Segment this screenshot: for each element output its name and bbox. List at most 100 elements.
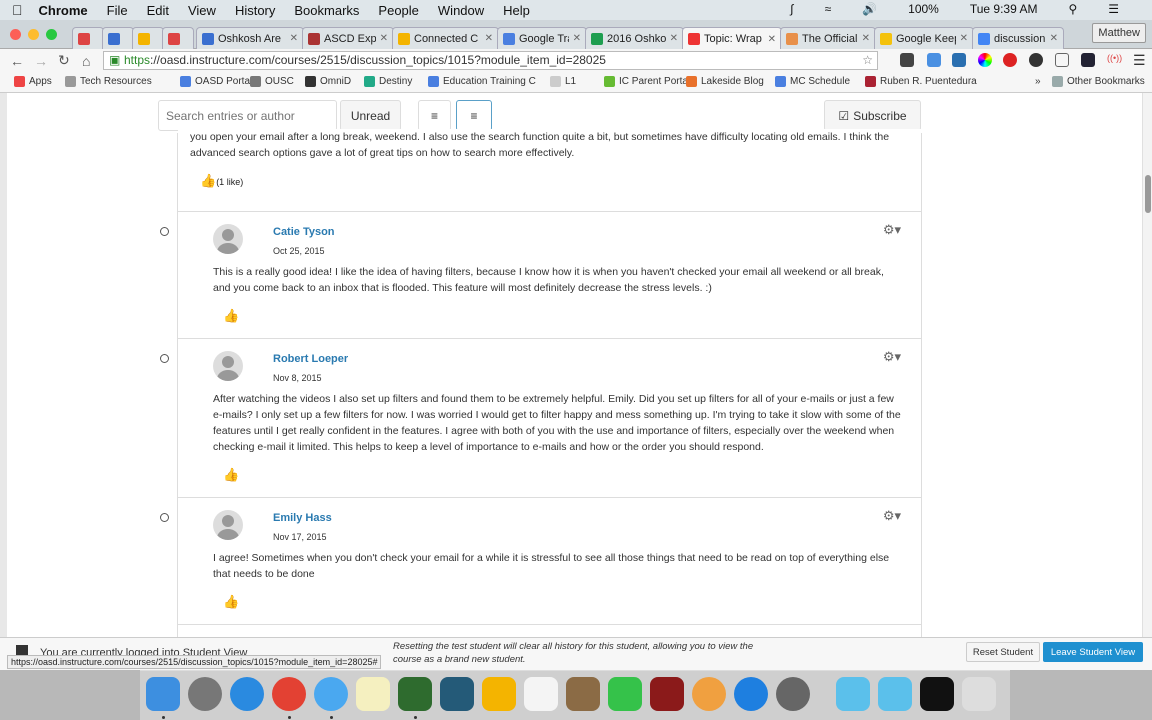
close-tab-icon[interactable]: ✕ [376, 33, 388, 44]
notification-center-icon[interactable]: ☰ [1108, 2, 1119, 16]
photo-booth-icon[interactable] [650, 677, 684, 711]
close-tab-icon[interactable]: ✕ [956, 33, 968, 44]
extension-eye-icon[interactable] [1029, 53, 1043, 67]
close-tab-icon[interactable]: ✕ [1046, 33, 1058, 44]
bluetooth-icon[interactable]: ∫ [790, 2, 793, 16]
like-button[interactable]: 👍 [178, 582, 921, 624]
home-button[interactable]: ⌂ [82, 53, 96, 69]
read-status-indicator[interactable] [160, 513, 169, 522]
more-bookmarks-chevron-icon[interactable]: » [1035, 76, 1041, 87]
extension-color-icon[interactable] [978, 53, 992, 67]
menu-file[interactable]: File [107, 3, 128, 18]
expand-all-button[interactable]: ≡ [456, 100, 492, 131]
browser-tab[interactable]: discussion bo✕ [972, 27, 1064, 49]
thumbs-up-icon[interactable]: 👍 [223, 594, 239, 609]
browser-tab[interactable] [132, 27, 164, 49]
bookmark-item[interactable]: Education Training C [428, 76, 536, 87]
subscribe-button[interactable]: ☑ Subscribe [824, 100, 921, 131]
browser-tab[interactable]: 2016 Oshkos ✕ [585, 27, 684, 49]
facetime-icon[interactable] [608, 677, 642, 711]
page-scrollbar[interactable] [1142, 93, 1152, 637]
volume-icon[interactable]: 🔊 [862, 2, 877, 16]
spotlight-icon[interactable]: ⚲ [1068, 2, 1077, 16]
close-window-button[interactable] [10, 29, 21, 40]
browser-tab[interactable] [162, 27, 194, 49]
gear-icon[interactable]: ⚙▾ [883, 222, 901, 238]
entry-author[interactable]: Catie Tyson [273, 226, 335, 238]
bookmark-item[interactable]: Apps [14, 76, 52, 87]
bookmark-item[interactable]: L1 [550, 76, 576, 87]
url-bar[interactable]: ▣ https://oasd.instructure.com/courses/2… [103, 51, 878, 70]
bookmark-other-bookmarks[interactable]: Other Bookmarks [1052, 76, 1145, 87]
bookmark-item[interactable]: IC Parent Portal [604, 76, 690, 87]
gear-icon[interactable]: ⚙▾ [883, 508, 901, 524]
menu-help[interactable]: Help [503, 3, 530, 18]
like-button[interactable]: 👍(1 like) [178, 161, 921, 211]
extension-moon-icon[interactable] [1081, 53, 1095, 67]
collapse-all-button[interactable]: ≡ [418, 100, 451, 131]
reload-button[interactable]: ↻ [58, 52, 72, 69]
zoom-window-button[interactable] [46, 29, 57, 40]
profile-button[interactable]: Matthew [1092, 23, 1146, 43]
forward-button[interactable]: → [34, 53, 48, 69]
browser-tab[interactable]: The Official S✕ [780, 27, 876, 49]
downloads-folder-icon[interactable] [878, 677, 912, 711]
bookmark-item[interactable]: Lakeside Blog [686, 76, 764, 87]
avatar[interactable] [213, 224, 243, 254]
wifi-icon[interactable]: ≈ [825, 2, 832, 16]
menu-window[interactable]: Window [438, 3, 484, 18]
bookmark-item[interactable]: OmniD [305, 76, 351, 87]
thumbs-up-icon[interactable]: 👍 [223, 467, 239, 482]
finder-icon[interactable] [146, 677, 180, 711]
unread-filter-button[interactable]: Unread [340, 100, 401, 131]
bookmark-item[interactable]: OASD Portal [180, 76, 252, 87]
browser-tab[interactable] [72, 27, 104, 49]
extension-s-icon[interactable] [952, 53, 966, 67]
extension-broadcast-icon[interactable]: ((•)) [1107, 53, 1122, 67]
browser-tab[interactable]: ASCD Expres✕ [302, 27, 394, 49]
chrome-icon[interactable] [272, 677, 306, 711]
minimize-window-button[interactable] [28, 29, 39, 40]
avatar[interactable] [213, 351, 243, 381]
search-entries-input[interactable] [158, 100, 337, 131]
bookmark-star-icon[interactable]: ☆ [862, 52, 873, 69]
menu-people[interactable]: People [378, 3, 418, 18]
messages-icon[interactable] [314, 677, 348, 711]
apps-grid-icon[interactable] [524, 677, 558, 711]
close-tab-icon[interactable]: ✕ [666, 33, 678, 44]
leave-student-view-button[interactable]: Leave Student View [1043, 642, 1143, 662]
bookmark-item[interactable]: Tech Resources [65, 76, 152, 87]
notes-icon[interactable] [356, 677, 390, 711]
reset-student-button[interactable]: Reset Student [966, 642, 1040, 662]
chrome-menu-icon[interactable]: ☰ [1133, 52, 1146, 69]
bookmark-item[interactable]: Destiny [364, 76, 412, 87]
google-drive-icon[interactable] [482, 677, 516, 711]
browser-tab[interactable]: Connected C ✕ [392, 27, 499, 49]
snagit-icon[interactable] [440, 677, 474, 711]
close-tab-icon[interactable]: ✕ [286, 33, 298, 44]
terminal-icon[interactable] [920, 677, 954, 711]
extension-adblock-icon[interactable] [1003, 53, 1017, 67]
close-tab-icon[interactable]: ✕ [858, 33, 870, 44]
browser-tab[interactable]: Google Track✕ [497, 27, 587, 49]
notebook-icon[interactable] [566, 677, 600, 711]
extension-film-icon[interactable] [900, 53, 914, 67]
bookmark-item[interactable]: OUSC [250, 76, 294, 87]
safari-icon[interactable] [230, 677, 264, 711]
photos-icon[interactable] [692, 677, 726, 711]
extension-megaphone-icon[interactable] [927, 53, 941, 67]
avatar[interactable] [213, 510, 243, 540]
thumbs-up-icon[interactable]: 👍 [223, 308, 239, 323]
like-button[interactable]: 👍 [178, 455, 921, 497]
menu-history[interactable]: History [235, 3, 275, 18]
menu-view[interactable]: View [188, 3, 216, 18]
bookmark-item[interactable]: MC Schedule [775, 76, 850, 87]
bookmark-item[interactable]: Ruben R. Puentedura [865, 76, 977, 87]
menu-app-chrome[interactable]: Chrome [39, 3, 88, 18]
cast-icon[interactable] [1055, 53, 1069, 67]
close-tab-icon[interactable]: ✕ [764, 34, 776, 45]
app-store-icon[interactable] [734, 677, 768, 711]
like-button[interactable]: 👍 [178, 296, 921, 338]
launchpad-icon[interactable] [188, 677, 222, 711]
apple-icon[interactable]:  [12, 2, 23, 18]
